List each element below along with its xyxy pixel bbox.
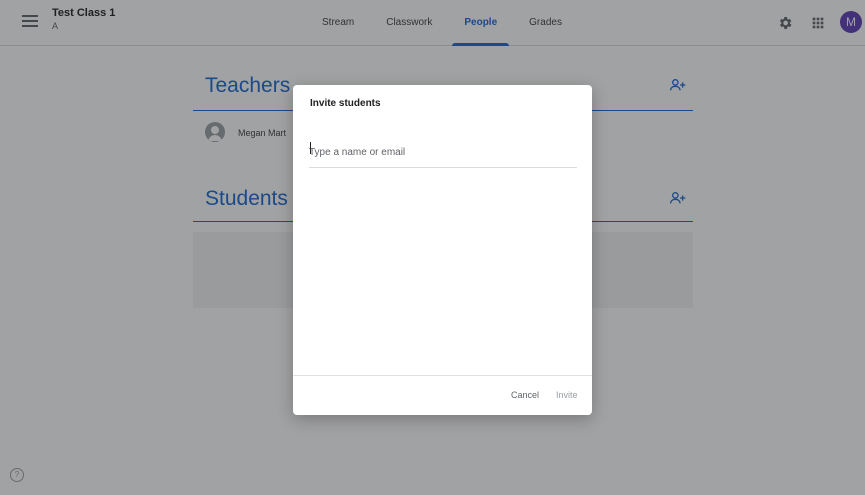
invite-button[interactable]: Invite [552, 388, 582, 402]
text-caret [310, 142, 311, 154]
cancel-button[interactable]: Cancel [507, 388, 543, 402]
dialog-title: Invite students [310, 98, 381, 109]
invite-search-input[interactable] [309, 137, 577, 168]
dialog-divider [293, 375, 592, 376]
invite-students-dialog: Invite students Cancel Invite [293, 85, 592, 415]
